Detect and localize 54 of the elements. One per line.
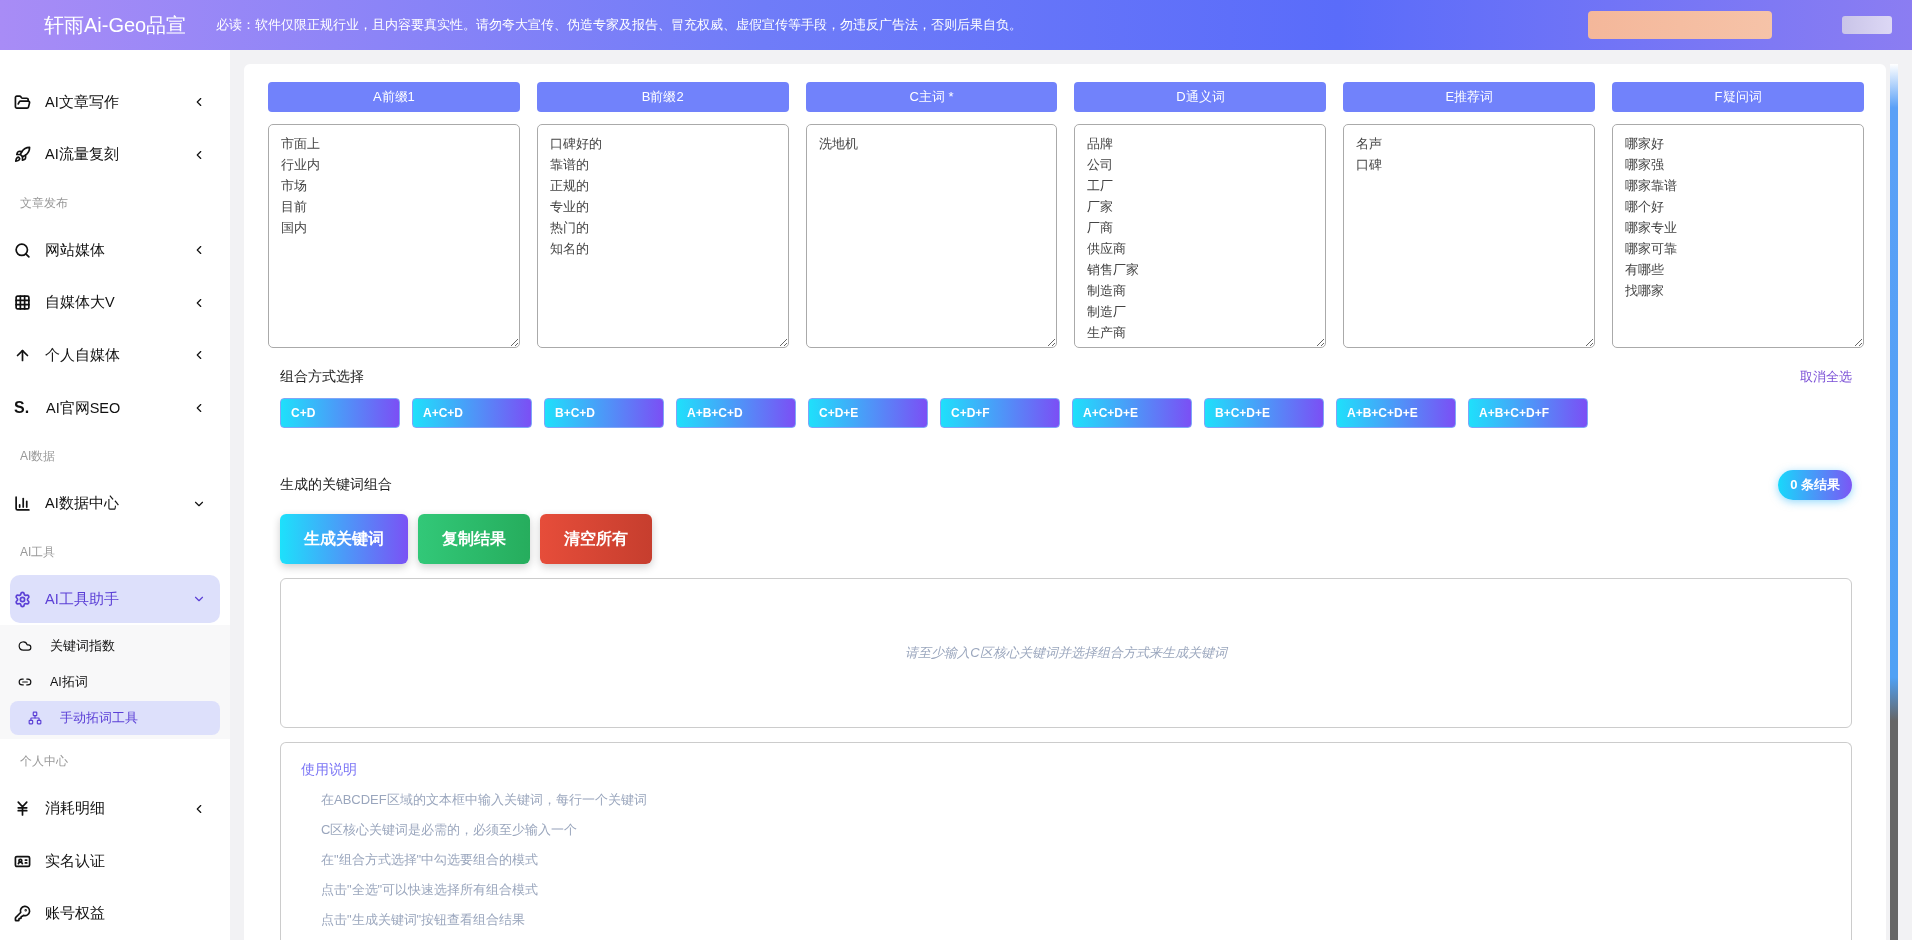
menu-icon (14, 294, 31, 312)
sidebar-item[interactable]: 网站媒体 (10, 226, 220, 275)
brand-title: 轩雨Ai-Geo品宣 (44, 12, 187, 38)
submenu-item[interactable]: 手动拓词工具 (10, 701, 220, 736)
result-count-badge: 0 条结果 (1778, 470, 1852, 500)
sidebar-item[interactable]: 账号权益 (10, 889, 220, 938)
section-label: 个人中心 (19, 753, 69, 771)
column-header: A前缀1 (268, 82, 520, 112)
clear-button[interactable]: 清空所有 (540, 514, 652, 564)
sidebar-item[interactable]: AI数据中心 (10, 479, 220, 528)
sidebar-item[interactable]: 消耗明细 (10, 784, 220, 833)
sidebar-item[interactable]: AI文章写作 (10, 78, 220, 127)
column-header: D通义词 (1074, 82, 1327, 112)
notice-text: 必读：软件仅限正规行业，且内容要真实性。请勿夸大宣传、伪造专家及报告、冒充权威、虚假宣传等手段，勿违反广告法，否则后果自负。 (216, 16, 1024, 34)
sidebar-item[interactable]: AI流量复刻 (10, 130, 220, 180)
seo-icon: S. (14, 399, 32, 417)
sidebar-item[interactable]: S. AI官网SEO (10, 383, 220, 433)
column-header: F疑问词 (1612, 82, 1864, 112)
section-label: 文章发布 (19, 195, 69, 213)
scrollbar[interactable] (1890, 64, 1898, 940)
menu-icon (14, 590, 31, 608)
menu-icon (14, 800, 31, 818)
empty-message: 请至少输入C区核心关键词并选择组合方式来生成关键词 (905, 644, 1227, 662)
sidebar-item[interactable]: AI工具助手 (10, 574, 220, 624)
keyword-textarea[interactable]: 品牌 公司 工厂 厂家 厂商 供应商 销售厂家 制造商 制造厂 生产商 (1074, 124, 1327, 348)
keyword-textarea[interactable]: 市面上 行业内 市场 目前 国内 (268, 124, 520, 348)
keyword-textarea[interactable]: 口碑好的 靠谱的 正规的 专业的 热门的 知名的 (536, 124, 789, 348)
instruction-line: 点击"全选"可以快速选择所有组合模式 (320, 881, 540, 899)
sidebar-item[interactable]: 自媒体大V (10, 278, 220, 328)
sidebar-item[interactable]: 实名认证 (10, 836, 220, 886)
submenu-item[interactable]: 关键词指数 (10, 629, 220, 664)
instruction-line: 点击"生成关键词"按钮查看组合结果 (320, 911, 527, 929)
menu-icon (14, 146, 31, 164)
section-title: 组合方式选择 (280, 368, 364, 386)
keyword-textarea[interactable]: 名声 口碑 (1343, 124, 1596, 348)
section-label: AI工具 (19, 543, 57, 561)
keyword-textarea[interactable]: 哪家好 哪家强 哪家靠谱 哪个好 哪家专业 哪家可靠 有哪些 找哪家 (1612, 124, 1864, 348)
section-label: AI数据 (19, 448, 57, 466)
instruction-line: 在"组合方式选择"中勾选要组合的模式 (320, 851, 540, 869)
submenu-icon (18, 639, 32, 654)
column-header: B前缀2 (536, 82, 789, 112)
column-header: C主词 * (805, 82, 1058, 112)
keyword-textarea[interactable]: 洗地机 (805, 124, 1058, 348)
instructions-title: 使用说明 (301, 761, 358, 779)
menu-icon (14, 241, 31, 259)
submenu-icon (28, 711, 42, 726)
submenu-item[interactable]: AI拓词 (10, 665, 220, 700)
menu-icon (14, 495, 31, 513)
menu-icon (14, 93, 31, 111)
column-header: E推荐词 (1343, 82, 1596, 112)
menu-icon (14, 905, 31, 923)
section-title: 生成的关键词组合 (280, 476, 392, 494)
sidebar-item[interactable]: 个人自媒体 (10, 331, 220, 380)
deselect-all-link[interactable]: 取消全选 (1800, 368, 1852, 386)
